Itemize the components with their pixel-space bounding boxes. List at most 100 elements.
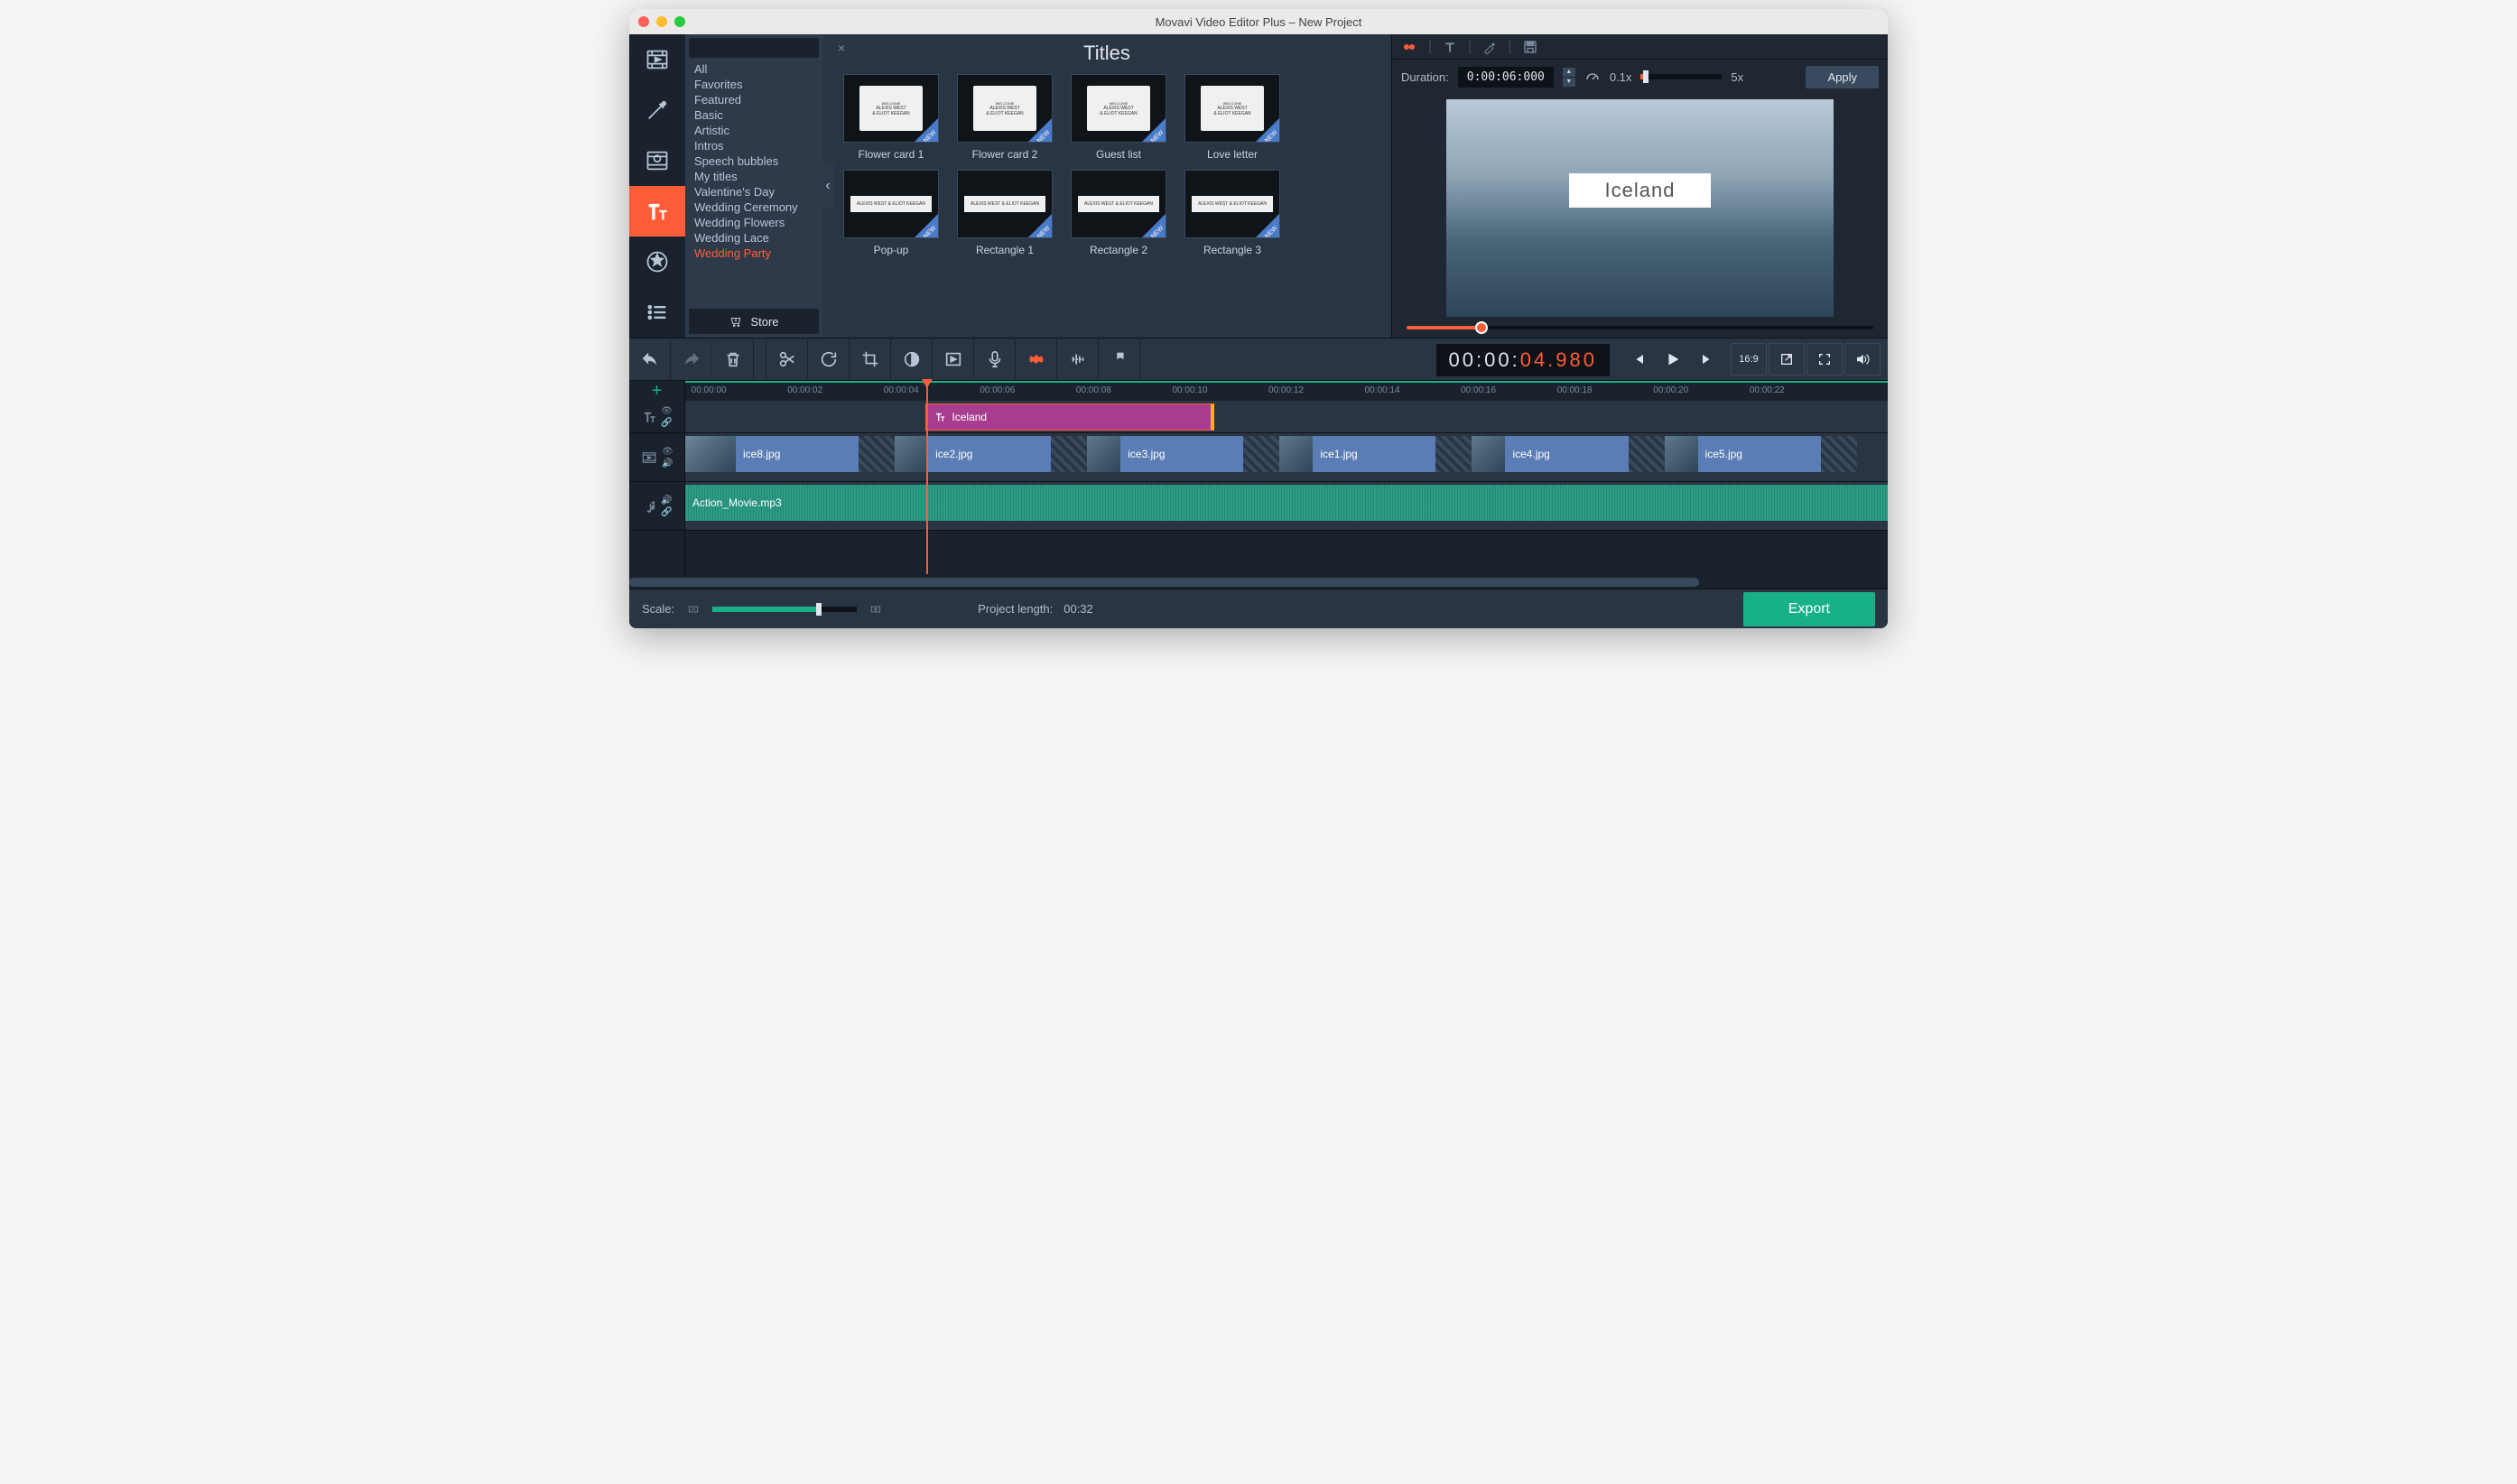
duration-down-button[interactable]: ▼	[1563, 78, 1575, 87]
mute-icon[interactable]: 🔊	[662, 459, 673, 468]
title-preset-item[interactable]: WELCOMEALEXIS WEST& ELIOT KEEGANFlower c…	[841, 74, 942, 161]
title-track-content[interactable]: Iceland	[685, 401, 1888, 432]
scrub-thumb[interactable]	[1475, 321, 1488, 334]
color-adjust-button[interactable]	[891, 338, 933, 381]
video-clip[interactable]: ice5.jpg	[1648, 436, 1840, 472]
audio-properties-button[interactable]	[1057, 338, 1099, 381]
clip-properties-tab[interactable]	[1401, 39, 1417, 55]
next-frame-button[interactable]	[1691, 343, 1723, 376]
title-preset-item[interactable]: ALEXIS WEST & ELIOT KEEGANRectangle 2	[1068, 170, 1169, 256]
clear-search-button[interactable]: ×	[838, 41, 845, 55]
category-item[interactable]: Wedding Party	[689, 246, 819, 261]
ruler-tick: 00:00:02	[787, 385, 822, 395]
video-track-content[interactable]: ice8.jpgice2.jpgice3.jpgice1.jpgice4.jpg…	[685, 433, 1888, 481]
ruler-tick: 00:00:16	[1461, 385, 1496, 395]
popout-button[interactable]	[1769, 343, 1805, 376]
duration-value[interactable]: 0:00:06:000	[1458, 67, 1554, 88]
category-item[interactable]: Favorites	[689, 77, 819, 92]
rotate-button[interactable]	[808, 338, 850, 381]
video-clip[interactable]: ice8.jpg	[685, 436, 878, 472]
visibility-icon[interactable]: 👁	[662, 447, 673, 457]
search-input[interactable]	[698, 42, 838, 54]
export-button[interactable]: Export	[1743, 592, 1875, 626]
nav-transitions-button[interactable]	[629, 135, 685, 186]
empty-track-content[interactable]	[685, 531, 1888, 576]
crop-button[interactable]	[850, 338, 891, 381]
play-button[interactable]	[1657, 343, 1689, 376]
titlebar: Movavi Video Editor Plus – New Project	[629, 9, 1888, 34]
video-clip[interactable]: ice1.jpg	[1262, 436, 1454, 472]
category-item[interactable]: Wedding Ceremony	[689, 199, 819, 215]
timeline-ruler[interactable]: 00:00:0000:00:0200:00:0400:00:0600:00:08…	[685, 381, 1888, 401]
scale-slider[interactable]	[712, 607, 857, 612]
zoom-in-icon[interactable]	[868, 603, 884, 616]
nav-more-button[interactable]	[629, 287, 685, 338]
video-track-head: 👁🔊	[629, 433, 685, 481]
color-tab[interactable]	[1482, 40, 1497, 54]
category-item[interactable]: Intros	[689, 138, 819, 153]
speed-slider[interactable]	[1640, 74, 1722, 79]
maximize-window-button[interactable]	[674, 16, 685, 27]
title-clip[interactable]: Iceland	[925, 403, 1214, 431]
duration-up-button[interactable]: ▲	[1563, 68, 1575, 77]
title-preset-item[interactable]: ALEXIS WEST & ELIOT KEEGANRectangle 1	[954, 170, 1055, 256]
clip-properties-button[interactable]	[1016, 338, 1057, 381]
apply-button[interactable]: Apply	[1806, 66, 1879, 88]
playhead[interactable]	[926, 381, 928, 574]
undo-button[interactable]	[629, 338, 671, 381]
collapse-panel-button[interactable]: ‹	[822, 163, 833, 209]
fullscreen-button[interactable]	[1806, 343, 1843, 376]
link-icon[interactable]: 🔗	[661, 418, 673, 428]
volume-button[interactable]	[1844, 343, 1881, 376]
category-item[interactable]: Valentine's Day	[689, 184, 819, 199]
video-clip[interactable]: ice3.jpg	[1070, 436, 1262, 472]
category-item[interactable]: Artistic	[689, 123, 819, 138]
record-audio-button[interactable]	[974, 338, 1016, 381]
split-button[interactable]	[766, 338, 808, 381]
title-preset-item[interactable]: ALEXIS WEST & ELIOT KEEGANPop-up	[841, 170, 942, 256]
scrub-track[interactable]	[1407, 326, 1873, 329]
category-item[interactable]: All	[689, 61, 819, 77]
prev-frame-button[interactable]	[1622, 343, 1655, 376]
title-overlay-text[interactable]: Iceland	[1569, 173, 1712, 208]
visibility-icon[interactable]: 👁	[661, 406, 673, 416]
close-window-button[interactable]	[638, 16, 649, 27]
category-item[interactable]: Wedding Lace	[689, 230, 819, 246]
title-clip-label: Iceland	[952, 411, 987, 423]
title-preset-item[interactable]: WELCOMEALEXIS WEST& ELIOT KEEGANLove let…	[1182, 74, 1283, 161]
nav-stickers-button[interactable]	[629, 237, 685, 287]
store-button[interactable]: Store	[689, 309, 819, 334]
zoom-out-icon[interactable]	[685, 603, 701, 616]
timeline-h-scrollbar[interactable]	[629, 576, 1888, 589]
title-preset-label: Rectangle 1	[976, 244, 1034, 256]
video-frame[interactable]: Iceland	[1446, 99, 1834, 317]
category-item[interactable]: Speech bubbles	[689, 153, 819, 169]
nav-filters-button[interactable]	[629, 85, 685, 135]
mute-icon[interactable]: 🔊	[661, 496, 672, 505]
audio-track-content[interactable]: Action_Movie.mp3	[685, 482, 1888, 530]
add-track-button[interactable]: +	[629, 381, 685, 401]
aspect-ratio-button[interactable]: 16:9	[1731, 343, 1767, 376]
category-item[interactable]: Basic	[689, 107, 819, 123]
timecode-frac: 04.980	[1520, 348, 1597, 372]
text-edit-tab[interactable]	[1443, 40, 1457, 54]
delete-button[interactable]	[712, 338, 754, 381]
title-preset-item[interactable]: WELCOMEALEXIS WEST& ELIOT KEEGANGuest li…	[1068, 74, 1169, 161]
audio-clip[interactable]: Action_Movie.mp3	[685, 485, 1888, 521]
link-icon[interactable]: 🔗	[661, 507, 672, 517]
nav-media-button[interactable]	[629, 34, 685, 85]
video-clip[interactable]: ice2.jpg	[878, 436, 1070, 472]
nav-titles-button[interactable]	[629, 186, 685, 237]
video-clip[interactable]: ice4.jpg	[1454, 436, 1647, 472]
category-item[interactable]: Featured	[689, 92, 819, 107]
transition-wizard-button[interactable]	[933, 338, 974, 381]
marker-button[interactable]	[1099, 338, 1140, 381]
minimize-window-button[interactable]	[656, 16, 667, 27]
save-preset-tab[interactable]	[1522, 39, 1538, 55]
title-preset-label: Flower card 1	[859, 148, 924, 161]
category-item[interactable]: My titles	[689, 169, 819, 184]
redo-button[interactable]	[671, 338, 712, 381]
title-preset-item[interactable]: WELCOMEALEXIS WEST& ELIOT KEEGANFlower c…	[954, 74, 1055, 161]
category-item[interactable]: Wedding Flowers	[689, 215, 819, 230]
title-preset-item[interactable]: ALEXIS WEST & ELIOT KEEGANRectangle 3	[1182, 170, 1283, 256]
